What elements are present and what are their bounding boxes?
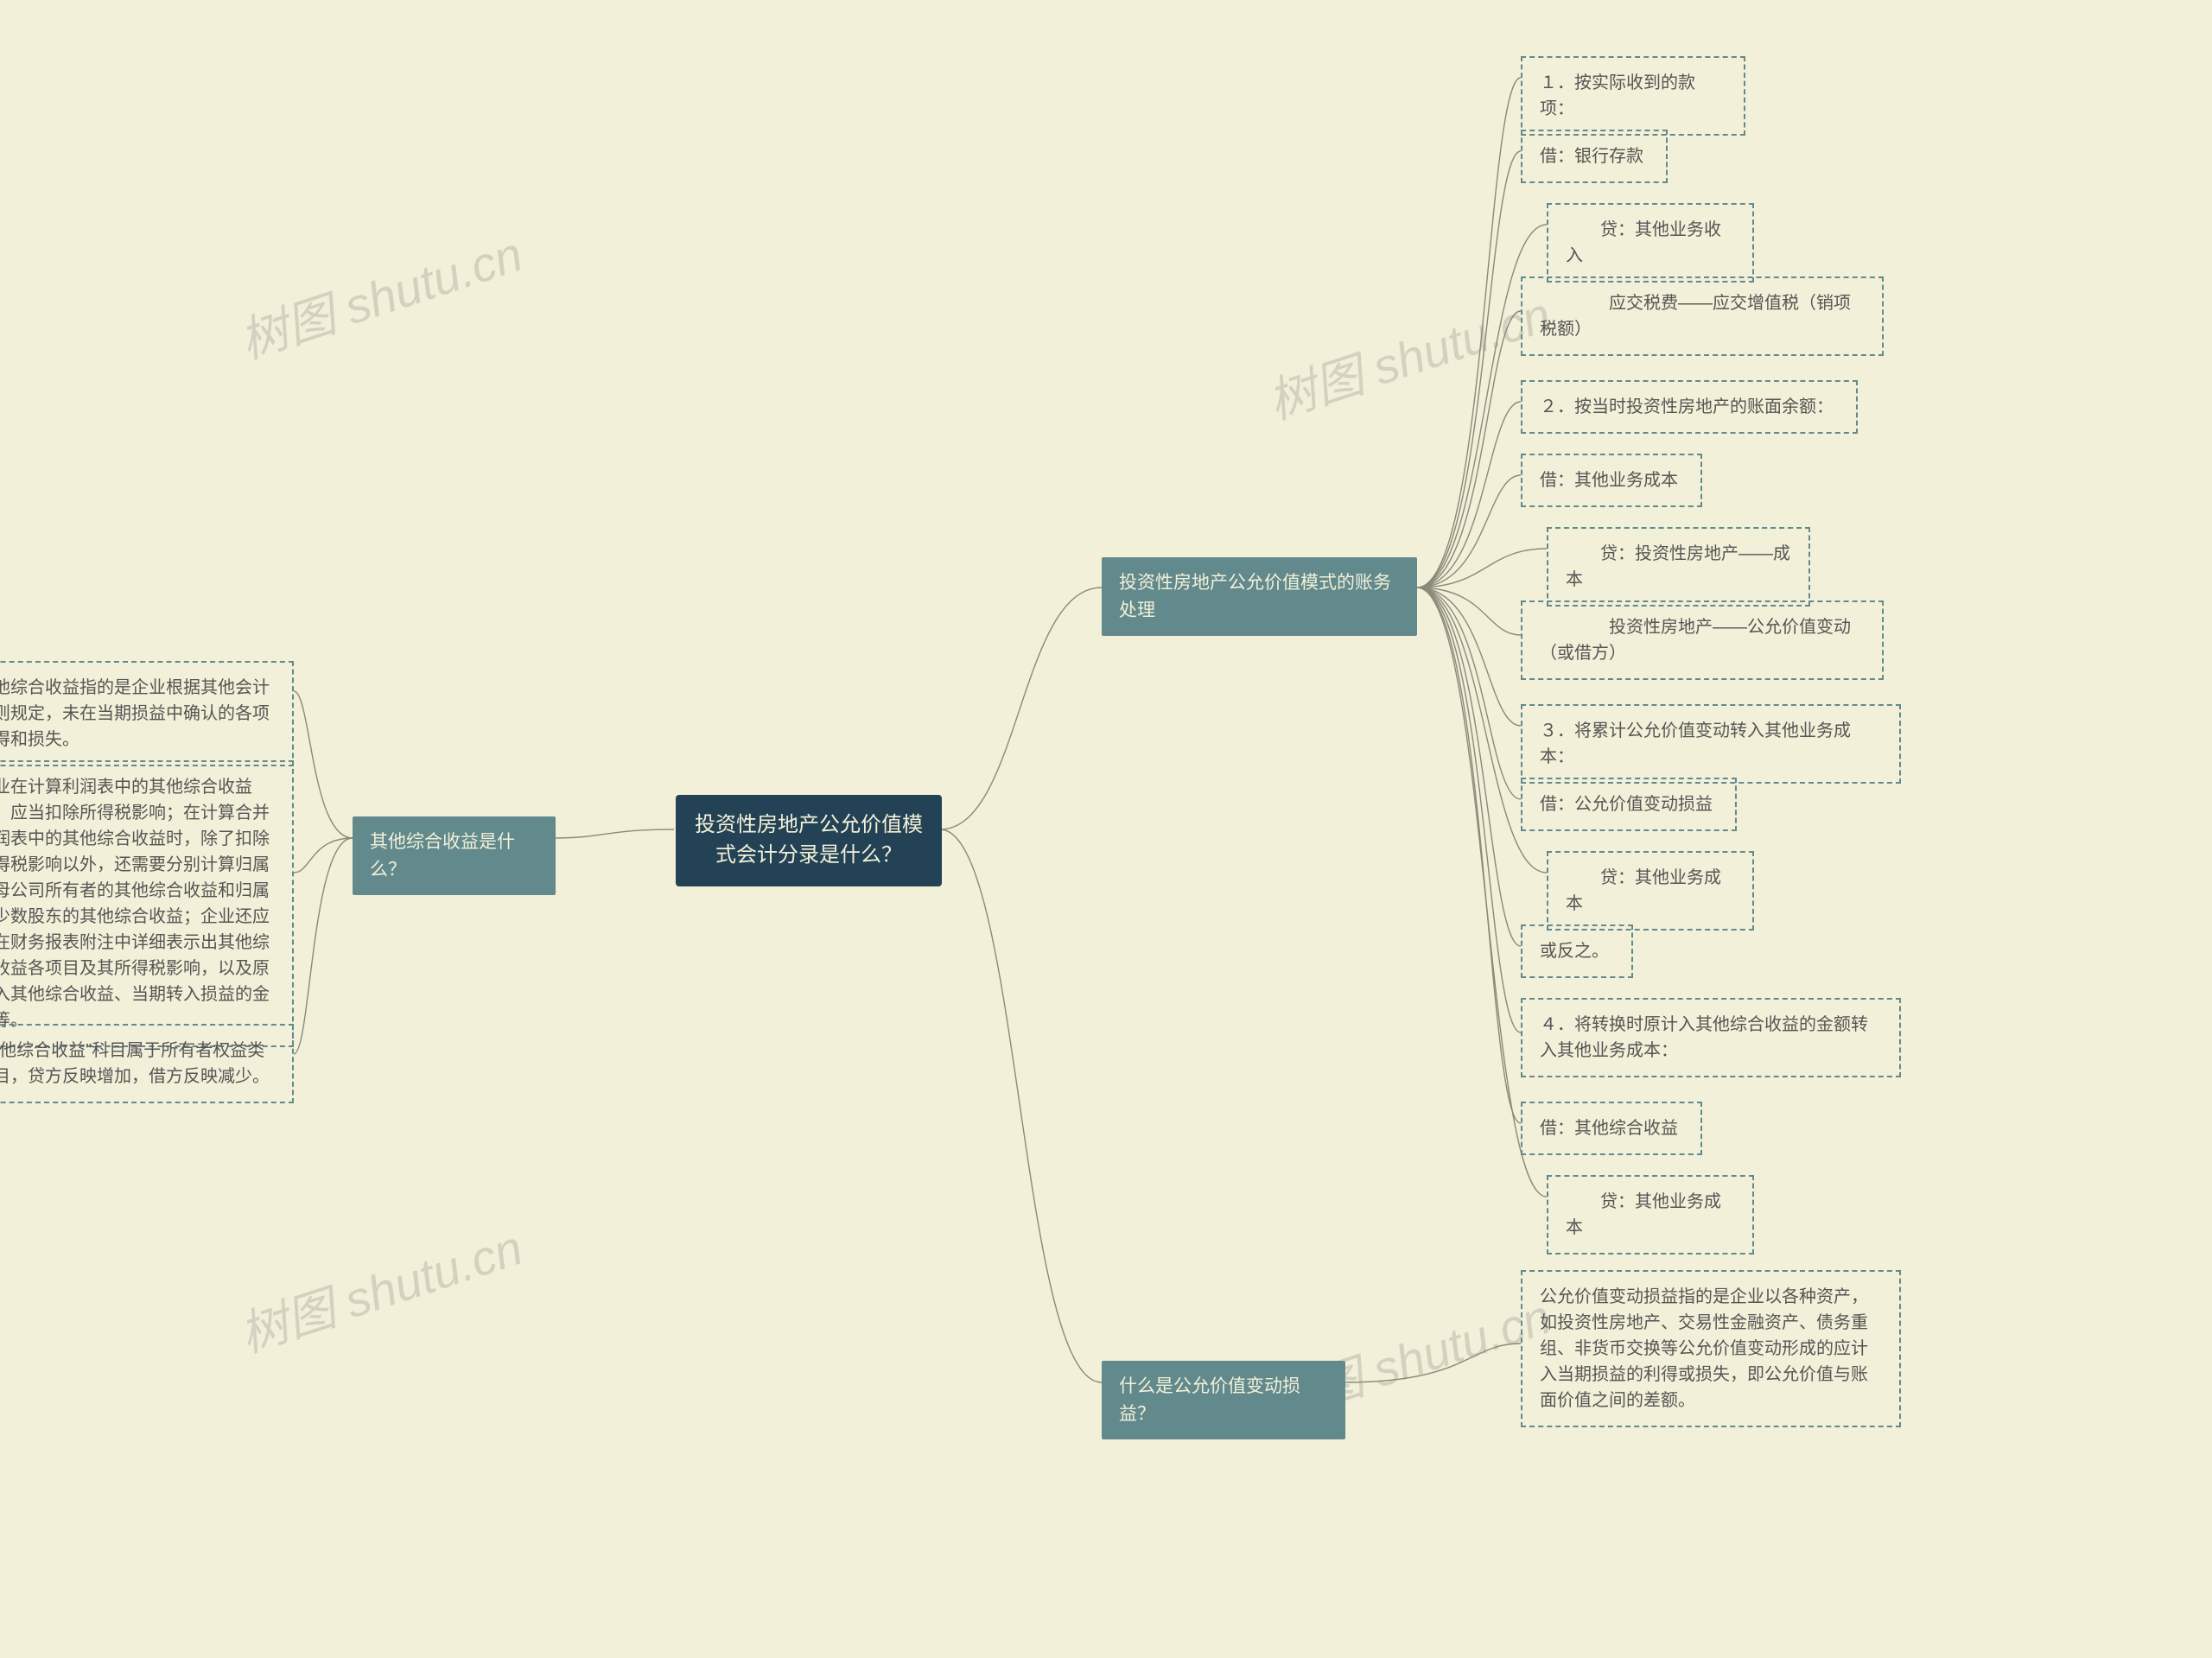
leaf-node: 借：银行存款 — [1521, 130, 1668, 183]
leaf-text: "其他综合收益"科目属于所有者权益类科目，贷方反映增加，借方反映减少。 — [0, 1041, 270, 1086]
leaf-text: 公允价值变动损益指的是企业以各种资产，如投资性房地产、交易性金融资产、债务重组、… — [1540, 1287, 1868, 1410]
watermark: 树图 shutu.cn — [1258, 276, 1559, 434]
leaf-node: 企业在计算利润表中的其他综合收益时，应当扣除所得税影响；在计算合并利润表中的其他… — [0, 760, 294, 1047]
leaf-text: 借：银行存款 — [1540, 147, 1643, 166]
leaf-text: 贷：其他业务成本 — [1566, 868, 1721, 913]
leaf-text: 其他综合收益指的是企业根据其他会计准则规定，未在当期损益中确认的各项利得和损失。 — [0, 678, 270, 749]
branch-accounting-treatment: 投资性房地产公允价值模式的账务 处理 — [1102, 557, 1417, 636]
leaf-text: 借：公允价值变动损益 — [1540, 795, 1713, 814]
watermark: 树图 shutu.cn — [230, 216, 531, 373]
leaf-node: 借：其他业务成本 — [1521, 454, 1702, 507]
leaf-text: 借：其他业务成本 — [1540, 471, 1678, 490]
leaf-node: 或反之。 — [1521, 924, 1633, 978]
leaf-text: 贷：其他业务收入 — [1566, 220, 1721, 265]
leaf-node: 贷：其他业务收入 — [1547, 203, 1754, 283]
leaf-node: 借：公允价值变动损益 — [1521, 778, 1737, 831]
leaf-text: 投资性房地产——公允价值变动（或借方） — [1540, 618, 1851, 663]
root-node: 投资性房地产公允价值模 式会计分录是什么？ — [676, 795, 942, 886]
leaf-text: 贷：其他业务成本 — [1566, 1192, 1721, 1237]
root-title: 投资性房地产公允价值模 式会计分录是什么？ — [695, 813, 923, 867]
leaf-node: 投资性房地产——公允价值变动（或借方） — [1521, 600, 1884, 680]
leaf-text: 企业在计算利润表中的其他综合收益时，应当扣除所得税影响；在计算合并利润表中的其他… — [0, 778, 270, 1030]
branch-label: 其他综合收益是什么？ — [370, 832, 515, 880]
leaf-node: １．按实际收到的款项： — [1521, 56, 1745, 136]
leaf-text: 应交税费——应交增值税（销项税额） — [1540, 294, 1851, 339]
leaf-text: ４．将转换时原计入其他综合收益的金额转入其他业务成本： — [1540, 1015, 1868, 1060]
branch-label: 什么是公允价值变动损益？ — [1119, 1376, 1300, 1424]
leaf-node: 贷：其他业务成本 — [1547, 1175, 1754, 1255]
leaf-node: 公允价值变动损益指的是企业以各种资产，如投资性房地产、交易性金融资产、债务重组、… — [1521, 1270, 1901, 1427]
leaf-node: 借：其他综合收益 — [1521, 1102, 1702, 1155]
leaf-node: "其他综合收益"科目属于所有者权益类科目，贷方反映增加，借方反映减少。 — [0, 1024, 294, 1103]
leaf-node: 其他综合收益指的是企业根据其他会计准则规定，未在当期损益中确认的各项利得和损失。 — [0, 661, 294, 766]
leaf-text: 借：其他综合收益 — [1540, 1119, 1678, 1138]
watermark: 树图 shutu.cn — [230, 1210, 531, 1367]
branch-other-comprehensive-income: 其他综合收益是什么？ — [353, 816, 556, 895]
leaf-text: 贷：投资性房地产——成本 — [1566, 544, 1790, 589]
branch-fair-value-gain-loss: 什么是公允价值变动损益？ — [1102, 1361, 1345, 1439]
branch-label: 投资性房地产公允价值模式的账务 处理 — [1119, 573, 1391, 620]
leaf-node: ４．将转换时原计入其他综合收益的金额转入其他业务成本： — [1521, 998, 1901, 1077]
leaf-node: ２．按当时投资性房地产的账面余额： — [1521, 380, 1858, 434]
leaf-text: ２．按当时投资性房地产的账面余额： — [1540, 397, 1834, 416]
leaf-text: 或反之。 — [1540, 942, 1609, 961]
leaf-node: 应交税费——应交增值税（销项税额） — [1521, 276, 1884, 356]
leaf-node: 贷：投资性房地产——成本 — [1547, 527, 1810, 607]
leaf-text: ３．将累计公允价值变动转入其他业务成本： — [1540, 721, 1851, 766]
leaf-node: 贷：其他业务成本 — [1547, 851, 1754, 931]
leaf-node: ３．将累计公允价值变动转入其他业务成本： — [1521, 704, 1901, 784]
leaf-text: １．按实际收到的款项： — [1540, 73, 1695, 118]
